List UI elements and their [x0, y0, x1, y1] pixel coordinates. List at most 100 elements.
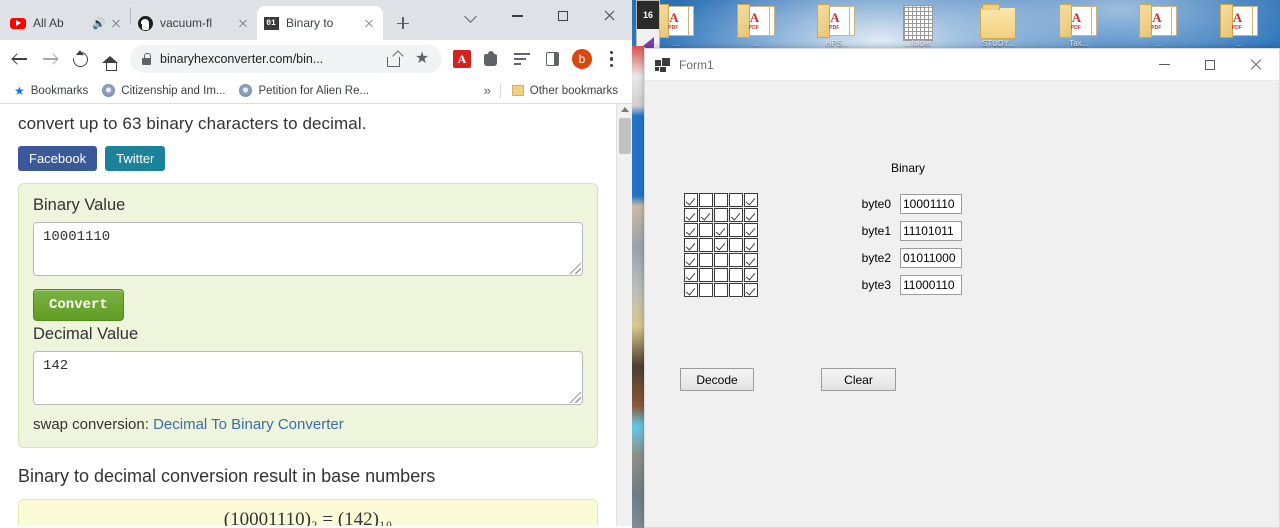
maximize-button[interactable] [540, 0, 586, 32]
checkbox-r5-c2[interactable] [714, 268, 728, 282]
checkbox-r0-c4[interactable] [744, 193, 758, 207]
tab-all-ab[interactable]: All Ab 🔊 [4, 6, 130, 40]
form1-close-button[interactable] [1233, 49, 1279, 81]
decode-button[interactable]: Decode [680, 368, 754, 391]
extensions-button[interactable] [478, 45, 506, 73]
binary-value-input[interactable] [33, 222, 583, 276]
page-scrollbar[interactable] [616, 104, 632, 526]
decimal-to-binary-link[interactable]: Decimal To Binary Converter [153, 416, 344, 433]
checkbox-r6-c4[interactable] [744, 283, 758, 297]
checkbox-r6-c1[interactable] [699, 283, 713, 297]
decimal-value-input[interactable] [33, 351, 583, 405]
byte-input-1[interactable] [900, 220, 962, 241]
convert-button[interactable]: Convert [33, 289, 124, 321]
checkbox-r5-c4[interactable] [744, 268, 758, 282]
mute-icon[interactable]: 🔊 [92, 17, 106, 30]
checkbox-r6-c2[interactable] [714, 283, 728, 297]
other-bookmarks-folder[interactable]: Other bookmarks [506, 82, 624, 100]
reload-button[interactable] [66, 45, 94, 73]
twitter-share-button[interactable]: Twitter [105, 146, 166, 171]
adobe-acrobat-extension[interactable]: A [448, 45, 476, 73]
desktop-icon-label: ... [1155, 39, 1163, 48]
checkbox-r5-c1[interactable] [699, 268, 713, 282]
new-tab-button[interactable] [389, 9, 417, 37]
checkbox-r1-c3[interactable] [729, 208, 743, 222]
bookmark-label: Bookmarks [30, 84, 89, 97]
form1-maximize-button[interactable] [1187, 49, 1233, 81]
close-icon[interactable] [361, 15, 377, 31]
checkbox-r1-c1[interactable] [699, 208, 713, 222]
checkbox-r1-c0[interactable] [684, 208, 698, 222]
bookmark-citizenship[interactable]: Citizenship and Im... [96, 81, 231, 100]
scroll-up-arrow-icon[interactable] [621, 107, 629, 112]
close-icon [603, 10, 615, 22]
checkbox-r4-c2[interactable] [714, 253, 728, 267]
pdf-file-icon: A PDF [817, 2, 857, 44]
profile-button[interactable]: b [568, 45, 596, 73]
checkbox-r0-c3[interactable] [729, 193, 743, 207]
byte-input-3[interactable] [900, 274, 962, 295]
checkbox-r4-c4[interactable] [744, 253, 758, 267]
bookmark-petition[interactable]: Petition for Alien Re... [233, 81, 375, 100]
tab-search-button[interactable] [448, 0, 494, 32]
desktop-icon[interactable]: STUDY... [958, 0, 1039, 48]
form1-minimize-button[interactable] [1141, 49, 1187, 81]
address-bar[interactable]: binaryhexconverter.com/bin... ★ [130, 45, 442, 73]
back-button[interactable] [6, 45, 34, 73]
close-button[interactable] [586, 0, 632, 32]
byte-label-2: byte2 [861, 250, 891, 265]
background-window-sliver[interactable] [632, 46, 644, 528]
forward-arrow-icon [42, 51, 58, 67]
checkbox-r5-c0[interactable] [684, 268, 698, 282]
folder-icon [511, 85, 524, 96]
desktop-icon[interactable]: A PDF... [1119, 0, 1200, 48]
checkbox-r3-c1[interactable] [699, 238, 713, 252]
side-panel-button[interactable] [538, 45, 566, 73]
share-button[interactable] [380, 45, 408, 73]
desktop-icon[interactable]: A PDF... [717, 0, 798, 48]
checkbox-r3-c3[interactable] [729, 238, 743, 252]
checkbox-r2-c1[interactable] [699, 223, 713, 237]
checkbox-r4-c3[interactable] [729, 253, 743, 267]
checkbox-r1-c2[interactable] [714, 208, 728, 222]
desktop-icon[interactable]: A PDF Tax... [1039, 0, 1120, 48]
checkbox-r6-c3[interactable] [729, 283, 743, 297]
close-icon[interactable] [108, 15, 124, 31]
bookmark-button[interactable]: ★ [408, 45, 436, 73]
checkbox-r1-c4[interactable] [744, 208, 758, 222]
checkbox-r6-c0[interactable] [684, 283, 698, 297]
forward-button[interactable] [36, 45, 64, 73]
chrome-menu-button[interactable] [598, 45, 626, 73]
checkbox-r2-c2[interactable] [714, 223, 728, 237]
reading-list-button[interactable] [508, 45, 536, 73]
form1-title-bar[interactable]: Form1 [645, 49, 1279, 81]
bookmarks-overflow-button[interactable]: » [480, 83, 495, 98]
close-icon[interactable] [235, 15, 251, 31]
checkbox-r3-c0[interactable] [684, 238, 698, 252]
browser-window-controls [448, 0, 632, 40]
desktop-icon[interactable]: ...folder [878, 0, 959, 48]
facebook-share-button[interactable]: Facebook [18, 146, 98, 171]
checkbox-r3-c4[interactable] [744, 238, 758, 252]
tab-binary-to[interactable]: 01 Binary to [257, 6, 383, 40]
clear-button[interactable]: Clear [821, 368, 896, 391]
checkbox-r5-c3[interactable] [729, 268, 743, 282]
byte-input-0[interactable] [900, 193, 962, 214]
checkbox-r0-c0[interactable] [684, 193, 698, 207]
byte-input-2[interactable] [900, 247, 962, 268]
desktop-icon[interactable]: A PDF... [1200, 0, 1280, 48]
checkbox-r0-c1[interactable] [699, 193, 713, 207]
checkbox-r2-c4[interactable] [744, 223, 758, 237]
tab-vacuum-fl[interactable]: vacuum-fl [131, 6, 257, 40]
checkbox-r4-c0[interactable] [684, 253, 698, 267]
desktop-icon[interactable]: A PDF HPS... [797, 0, 878, 48]
home-button[interactable] [96, 45, 124, 73]
checkbox-r2-c3[interactable] [729, 223, 743, 237]
scrollbar-thumb[interactable] [619, 118, 631, 154]
checkbox-r4-c1[interactable] [699, 253, 713, 267]
checkbox-r3-c2[interactable] [714, 238, 728, 252]
bookmark-bookmarks[interactable]: ★ Bookmarks [8, 81, 94, 101]
checkbox-r2-c0[interactable] [684, 223, 698, 237]
checkbox-r0-c2[interactable] [714, 193, 728, 207]
minimize-button[interactable] [494, 0, 540, 32]
